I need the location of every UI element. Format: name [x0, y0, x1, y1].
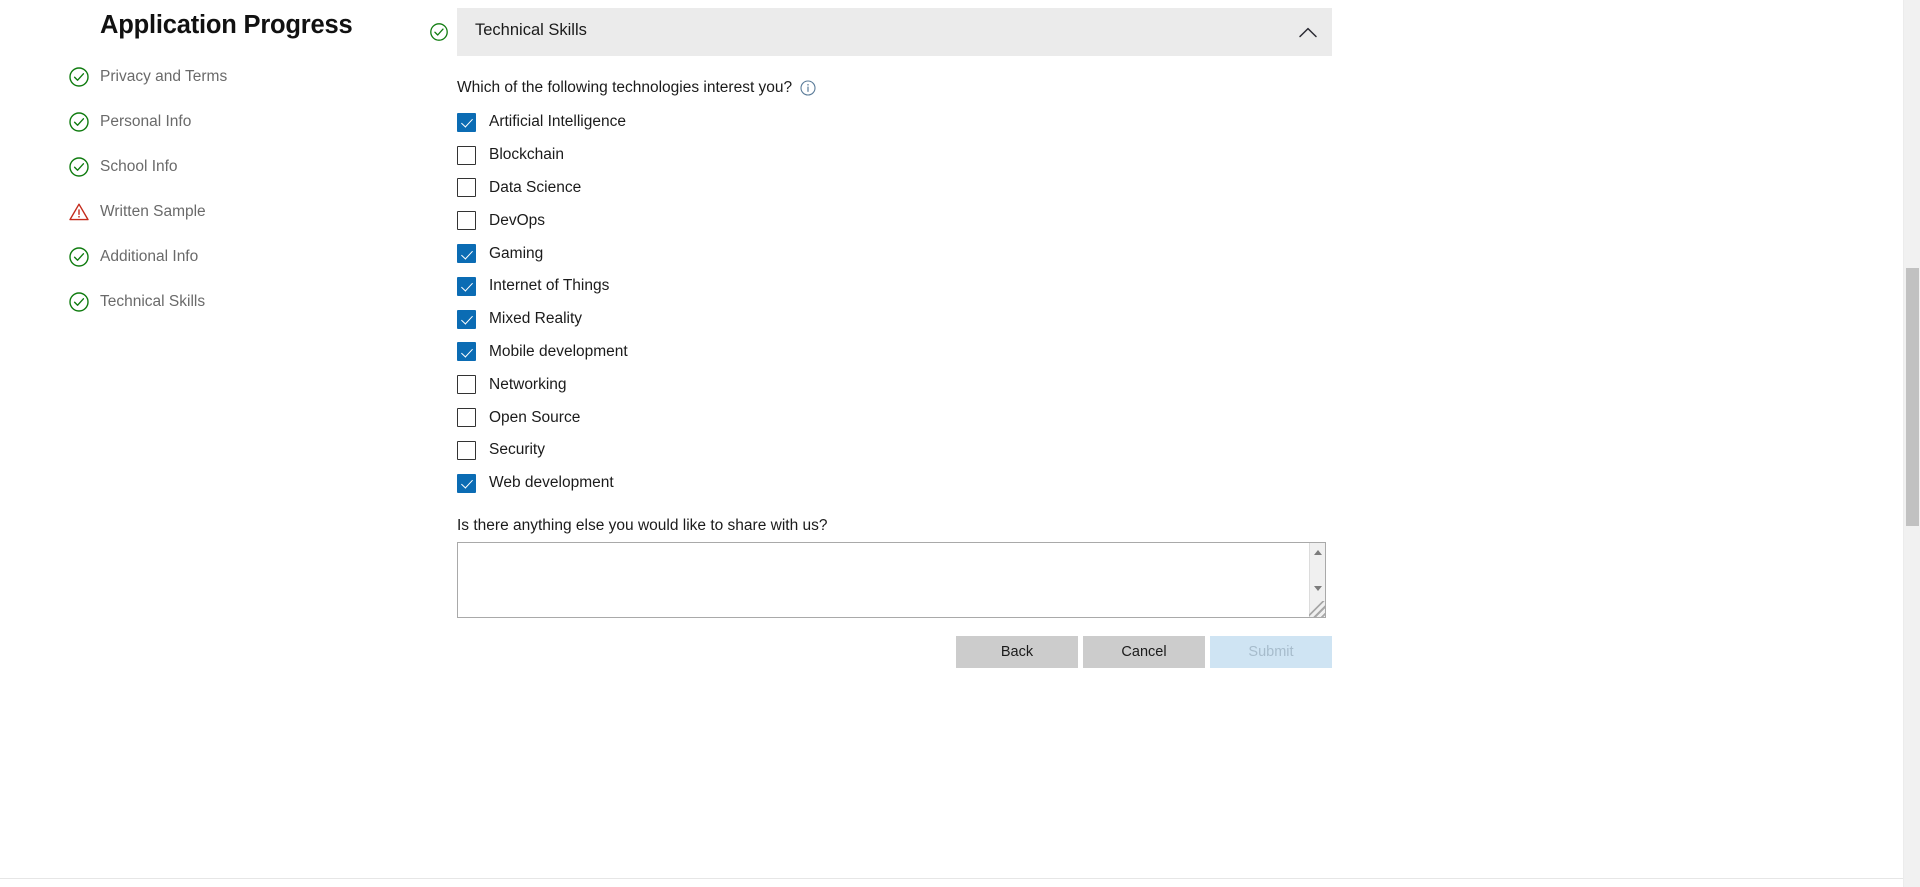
- checkbox-checked-icon[interactable]: [457, 277, 476, 296]
- checkbox-checked-icon[interactable]: [457, 342, 476, 361]
- page-bottom-divider: [0, 878, 1905, 879]
- page-scrollbar-thumb[interactable]: [1906, 268, 1919, 526]
- section-header[interactable]: Technical Skills: [457, 8, 1332, 56]
- checkbox-unchecked-icon[interactable]: [457, 211, 476, 230]
- check-circle-icon: [68, 291, 90, 313]
- checkbox-unchecked-icon[interactable]: [457, 146, 476, 165]
- checkbox-label: Security: [489, 441, 545, 459]
- checkbox-row-gaming[interactable]: Gaming: [457, 237, 1157, 270]
- checkbox-row-open-source[interactable]: Open Source: [457, 401, 1157, 434]
- freetext-input-container: [457, 542, 1326, 618]
- checkbox-label: Internet of Things: [489, 277, 609, 295]
- checkbox-label: DevOps: [489, 212, 545, 230]
- scroll-up-arrow-icon[interactable]: [1310, 545, 1325, 560]
- checkbox-unchecked-icon[interactable]: [457, 441, 476, 460]
- checkbox-unchecked-icon[interactable]: [457, 408, 476, 427]
- checkbox-row-web-development[interactable]: Web development: [457, 467, 1157, 500]
- check-circle-icon: [68, 111, 90, 133]
- checkbox-checked-icon[interactable]: [457, 244, 476, 263]
- technologies-checkbox-list: Artificial Intelligence Blockchain Data …: [457, 106, 1157, 500]
- technologies-question-row: Which of the following technologies inte…: [457, 79, 816, 97]
- checkbox-label: Web development: [489, 474, 614, 492]
- sidebar-item-written-sample[interactable]: Written Sample: [68, 189, 408, 234]
- sidebar-item-label: Technical Skills: [100, 293, 205, 311]
- checkbox-row-artificial-intelligence[interactable]: Artificial Intelligence: [457, 106, 1157, 139]
- checkbox-label: Mobile development: [489, 343, 628, 361]
- checkbox-label: Blockchain: [489, 146, 564, 164]
- sidebar-item-label: Additional Info: [100, 248, 198, 266]
- freetext-textarea[interactable]: [458, 543, 1310, 617]
- checkbox-checked-icon[interactable]: [457, 113, 476, 132]
- checkbox-row-mobile-development[interactable]: Mobile development: [457, 336, 1157, 369]
- sidebar-item-label: Personal Info: [100, 113, 191, 131]
- sidebar-item-personal-info[interactable]: Personal Info: [68, 99, 408, 144]
- chevron-up-icon: [1298, 26, 1318, 39]
- check-circle-icon: [68, 66, 90, 88]
- checkbox-row-security[interactable]: Security: [457, 434, 1157, 467]
- back-button[interactable]: Back: [956, 636, 1078, 668]
- check-circle-icon: [68, 246, 90, 268]
- page-title: Application Progress: [100, 11, 352, 40]
- checkbox-label: Data Science: [489, 179, 581, 197]
- resize-grip-icon[interactable]: [1309, 601, 1325, 617]
- checkbox-row-devops[interactable]: DevOps: [457, 204, 1157, 237]
- progress-step-list: Privacy and Terms Personal Info School I…: [68, 54, 408, 324]
- sidebar-item-privacy-and-terms[interactable]: Privacy and Terms: [68, 54, 408, 99]
- checkbox-unchecked-icon[interactable]: [457, 178, 476, 197]
- checkbox-row-mixed-reality[interactable]: Mixed Reality: [457, 303, 1157, 336]
- submit-button: Submit: [1210, 636, 1332, 668]
- section-title: Technical Skills: [475, 21, 587, 40]
- sidebar-item-label: Privacy and Terms: [100, 68, 227, 86]
- info-circle-icon[interactable]: [800, 80, 816, 96]
- page-scrollbar[interactable]: [1903, 0, 1920, 887]
- checkbox-unchecked-icon[interactable]: [457, 375, 476, 394]
- sidebar-item-label: Written Sample: [100, 203, 206, 221]
- warning-triangle-icon: [68, 201, 90, 223]
- application-progress-sidebar: Application Progress Privacy and Terms P…: [0, 0, 420, 887]
- sidebar-item-school-info[interactable]: School Info: [68, 144, 408, 189]
- scroll-down-arrow-icon[interactable]: [1310, 581, 1325, 596]
- checkbox-row-data-science[interactable]: Data Science: [457, 172, 1157, 205]
- technologies-question-label: Which of the following technologies inte…: [457, 79, 792, 97]
- sidebar-item-additional-info[interactable]: Additional Info: [68, 234, 408, 279]
- checkbox-label: Open Source: [489, 409, 580, 427]
- checkbox-label: Networking: [489, 376, 567, 394]
- section-header-row: Technical Skills: [429, 8, 1337, 56]
- sidebar-item-label: School Info: [100, 158, 178, 176]
- cancel-button[interactable]: Cancel: [1083, 636, 1205, 668]
- check-circle-icon: [68, 156, 90, 178]
- checkbox-label: Artificial Intelligence: [489, 113, 626, 131]
- checkbox-row-internet-of-things[interactable]: Internet of Things: [457, 270, 1157, 303]
- freetext-question-label: Is there anything else you would like to…: [457, 517, 828, 535]
- checkbox-checked-icon[interactable]: [457, 474, 476, 493]
- collapse-section-button[interactable]: [1284, 8, 1332, 56]
- application-form-page: Application Progress Privacy and Terms P…: [0, 0, 1920, 887]
- checkbox-label: Gaming: [489, 245, 543, 263]
- checkbox-label: Mixed Reality: [489, 310, 582, 328]
- form-action-buttons: Back Cancel Submit: [457, 636, 1332, 668]
- check-circle-icon: [429, 22, 449, 42]
- sidebar-item-technical-skills[interactable]: Technical Skills: [68, 279, 408, 324]
- checkbox-row-networking[interactable]: Networking: [457, 368, 1157, 401]
- checkbox-checked-icon[interactable]: [457, 310, 476, 329]
- checkbox-row-blockchain[interactable]: Blockchain: [457, 139, 1157, 172]
